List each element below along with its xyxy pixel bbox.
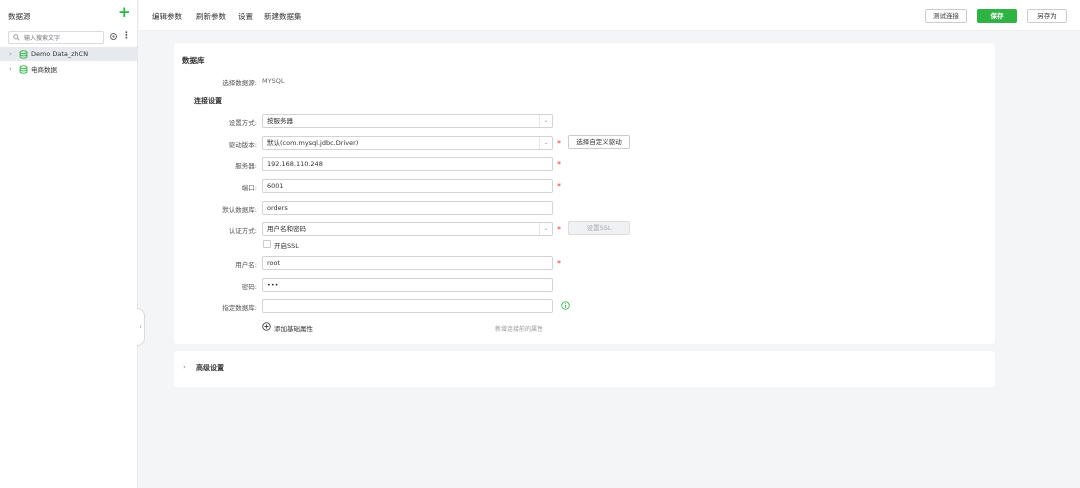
add-attribute-link[interactable]: 添加基础属性 <box>274 323 313 333</box>
advanced-settings-card[interactable]: › 高级设置 <box>174 351 995 387</box>
required-mark: * <box>557 182 561 191</box>
tree-item-label: Demo Data_zhCN <box>31 50 89 58</box>
auth-label: 认证方式: <box>228 227 257 235</box>
password-label: 密码: <box>241 283 257 291</box>
database-icon <box>19 49 28 59</box>
server-label: 服务器: <box>235 162 257 170</box>
specify-db-input[interactable] <box>262 299 553 313</box>
port-input[interactable]: 6001 <box>262 179 553 193</box>
driver-label: 驱动版本: <box>228 141 257 149</box>
server-input-value: 192.168.110.248 <box>267 160 323 168</box>
chevron-down-icon: ⌄ <box>539 137 552 149</box>
chevron-down-icon: ⌄ <box>539 115 552 127</box>
user-label: 用户名: <box>235 261 257 269</box>
sidebar-search-box[interactable] <box>8 31 104 44</box>
default-db-input[interactable]: orders <box>262 201 553 215</box>
required-mark: * <box>557 160 561 169</box>
method-select-value: 按服务器 <box>267 117 293 125</box>
default-db-input-value: orders <box>267 204 288 212</box>
enable-ssl-label: 开启SSL <box>274 242 299 250</box>
database-icon <box>19 64 28 74</box>
more-menu-icon[interactable]: ⋮ <box>122 31 131 41</box>
username-input-value: root <box>267 259 281 267</box>
menu-new-dataset[interactable]: 新建数据集 <box>264 11 302 22</box>
test-connection-button[interactable]: 测试连接 <box>925 9 967 23</box>
add-attribute-hint: 新增连接前的属性 <box>495 326 544 333</box>
chevron-right-icon[interactable]: › <box>183 363 186 371</box>
password-input-value: ••• <box>267 281 279 289</box>
connection-settings-heading: 连接设置 <box>194 97 222 105</box>
chevron-down-icon: ⌄ <box>539 223 552 235</box>
ssl-settings-button[interactable]: 设置SSL <box>568 221 630 235</box>
tree-item-ecommerce[interactable]: › 电商数据 <box>0 62 137 76</box>
add-circle-icon[interactable] <box>262 322 271 331</box>
chevron-right-icon[interactable]: › <box>9 65 15 73</box>
server-input[interactable]: 192.168.110.248 <box>262 157 553 171</box>
auth-select[interactable]: 用户名和密码 ⌄ <box>262 222 553 236</box>
search-icon <box>13 34 20 41</box>
menu-settings[interactable]: 设置 <box>238 11 253 22</box>
card-title: 数据库 <box>182 56 205 65</box>
top-toolbar: 编辑参数 刷新参数 设置 新建数据集 测试连接 保存 另存为 <box>139 0 1080 31</box>
advanced-settings-title: 高级设置 <box>196 364 224 372</box>
enable-ssl-checkbox[interactable] <box>263 240 271 248</box>
database-card: 数据库 选择数据源: MYSQL 连接设置 设置方式: 按服务器 ⌄ 驱动版本:… <box>174 43 995 344</box>
datasource-label: 选择数据源: <box>222 79 257 87</box>
port-input-value: 6001 <box>267 182 284 190</box>
sidebar-title: 数据源 <box>8 12 31 21</box>
required-mark: * <box>557 259 561 268</box>
datasource-value: MYSQL <box>262 77 285 85</box>
sidebar-search-input[interactable] <box>24 33 102 43</box>
collapse-sidebar-handle[interactable]: ‹ <box>137 308 145 346</box>
default-db-label: 默认数据库: <box>222 206 257 214</box>
password-input[interactable]: ••• <box>262 278 553 292</box>
port-label: 端口: <box>241 184 257 192</box>
menu-refresh-params[interactable]: 刷新参数 <box>196 11 226 22</box>
save-as-button[interactable]: 另存为 <box>1027 9 1067 23</box>
username-input[interactable]: root <box>262 256 553 270</box>
auth-select-value: 用户名和密码 <box>267 225 306 233</box>
gear-icon[interactable] <box>109 32 118 41</box>
datasource-sidebar: 数据源 + ⋮ › Demo Data_zhCN › 电商数据 <box>0 0 138 488</box>
save-button[interactable]: 保存 <box>977 9 1017 23</box>
method-select[interactable]: 按服务器 ⌄ <box>262 114 553 128</box>
required-mark: * <box>557 225 561 234</box>
specify-db-label: 指定数据库: <box>222 304 257 312</box>
info-icon[interactable] <box>561 301 570 310</box>
tree-item-demo-data[interactable]: › Demo Data_zhCN <box>0 47 137 61</box>
menu-edit-params[interactable]: 编辑参数 <box>152 11 182 22</box>
tree-item-label: 电商数据 <box>31 66 57 74</box>
method-label: 设置方式: <box>228 119 257 127</box>
required-mark: * <box>557 139 561 148</box>
driver-select[interactable]: 默认(com.mysql.jdbc.Driver) ⌄ <box>262 136 553 150</box>
driver-select-value: 默认(com.mysql.jdbc.Driver) <box>267 139 359 147</box>
custom-driver-button[interactable]: 选择自定义驱动 <box>568 135 630 149</box>
chevron-right-icon[interactable]: › <box>9 50 15 58</box>
add-datasource-icon[interactable]: + <box>118 5 131 20</box>
